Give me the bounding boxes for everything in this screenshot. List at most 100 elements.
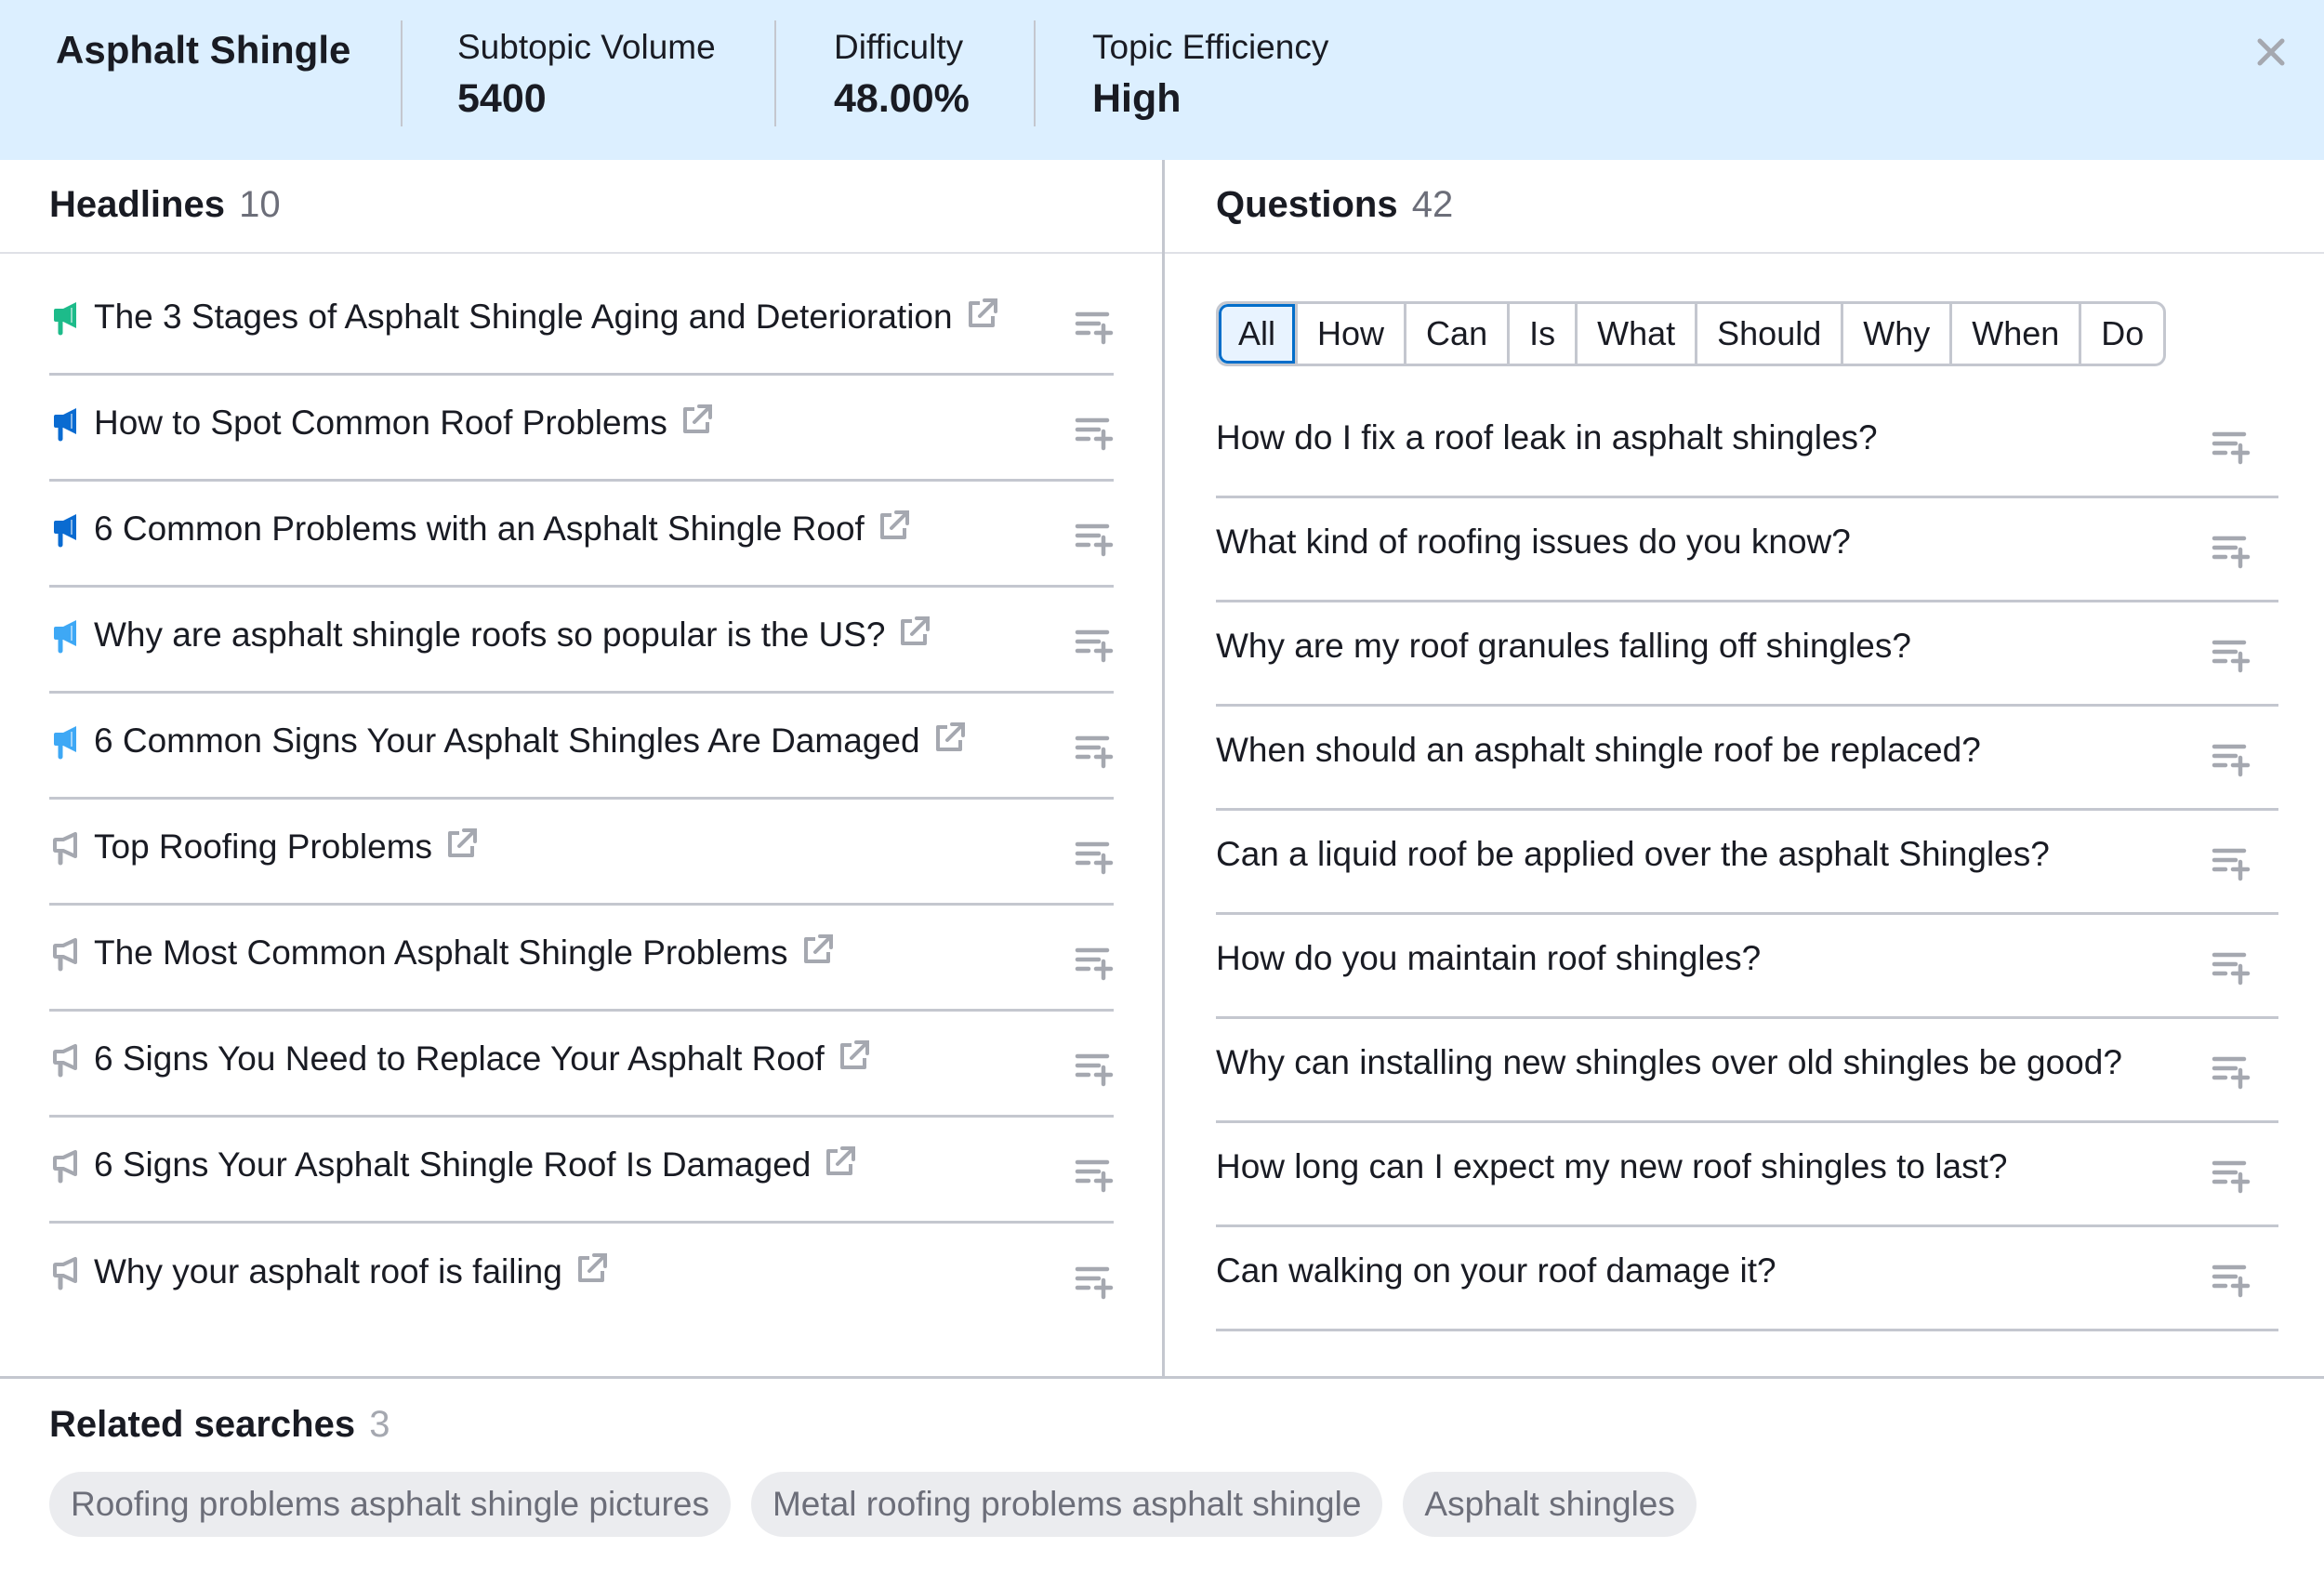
headline-row: How to Spot Common Roof Problems [49,376,1114,482]
filter-when[interactable]: When [1949,304,2079,364]
questions-title: Questions [1216,184,1398,225]
headline-text[interactable]: Why are asphalt shingle roofs so popular… [94,615,885,655]
add-to-list-icon[interactable] [2212,535,2251,570]
add-to-list-icon[interactable] [2212,639,2251,674]
megaphone-icon [54,619,76,653]
headlines-header-rule [0,252,1162,254]
metric-difficulty: Difficulty 48.00% [834,24,970,125]
add-to-list-icon[interactable] [1075,1158,1114,1194]
filter-how[interactable]: How [1295,304,1404,364]
headlines-list: The 3 Stages of Asphalt Shingle Aging an… [49,270,1114,1330]
add-to-list-icon[interactable] [2212,847,2251,882]
topic-title: Asphalt Shingle [56,28,351,72]
topic-summary-header: Asphalt Shingle Subtopic Volume 5400 Dif… [0,0,2324,160]
header-divider [401,20,403,126]
megaphone-icon [54,725,76,759]
metric-topic-efficiency: Topic Efficiency High [1092,24,1328,125]
metric-label: Subtopic Volume [457,28,716,66]
add-to-list-icon[interactable] [1075,840,1114,876]
headline-text[interactable]: The Most Common Asphalt Shingle Problems [94,933,788,973]
question-text: How long can I expect my new roof shingl… [1216,1146,2008,1185]
external-link-icon[interactable] [445,827,479,860]
filter-should[interactable]: Should [1695,304,1841,364]
headline-text[interactable]: Why your asphalt roof is failing [94,1252,562,1291]
add-to-list-icon[interactable] [1075,629,1114,664]
add-to-list-icon[interactable] [2212,743,2251,778]
add-to-list-icon[interactable] [2212,951,2251,986]
related-section-rule [0,1376,2324,1379]
related-search-chip[interactable]: Asphalt shingles [1403,1472,1697,1537]
related-search-chip[interactable]: Metal roofing problems asphalt shingle [750,1472,1383,1537]
headline-text[interactable]: 6 Common Signs Your Asphalt Shingles Are… [94,721,920,761]
question-row: Can walking on your roof damage it? [1216,1227,2278,1331]
megaphone-icon [54,407,76,441]
questions-list: How do I fix a roof leak in asphalt shin… [1216,394,2278,1331]
filter-what[interactable]: What [1575,304,1695,364]
external-link-icon[interactable] [878,509,911,542]
headline-text[interactable]: 6 Signs You Need to Replace Your Asphalt… [94,1039,825,1079]
question-text: How do you maintain roof shingles? [1216,938,1762,977]
external-link-icon[interactable] [824,1145,857,1178]
add-to-list-icon[interactable] [1075,523,1114,558]
question-text: Can walking on your roof damage it? [1216,1251,1776,1290]
related-count: 3 [369,1404,390,1445]
metric-label: Topic Efficiency [1092,28,1329,66]
external-link-icon[interactable] [801,933,835,966]
add-to-list-icon[interactable] [1075,311,1114,346]
headline-row: 6 Common Signs Your Asphalt Shingles Are… [49,694,1114,800]
questions-count: 42 [1411,184,1454,225]
add-to-list-icon[interactable] [2212,1159,2251,1195]
external-link-icon[interactable] [575,1251,609,1285]
question-row: Can a liquid roof be applied over the as… [1216,811,2278,915]
header-divider [774,20,776,126]
question-text: When should an asphalt shingle roof be r… [1216,730,1981,769]
megaphone-outline-icon [53,1043,77,1077]
related-title: Related searches [49,1404,356,1445]
metric-value: 48.00% [834,76,970,121]
add-to-list-icon[interactable] [1075,1052,1114,1088]
headline-row: 6 Signs Your Asphalt Shingle Roof Is Dam… [49,1118,1114,1224]
close-button[interactable] [2254,35,2288,69]
questions-heading: Questions 42 [1216,184,1453,226]
question-text: Why can installing new shingles over old… [1216,1042,2122,1081]
filter-all[interactable]: All [1219,304,1296,364]
question-text: Why are my roof granules falling off shi… [1216,626,1911,665]
external-link-icon[interactable] [680,403,714,436]
question-text: Can a liquid roof be applied over the as… [1216,834,2050,873]
add-to-list-icon[interactable] [2212,1055,2251,1091]
headline-text[interactable]: 6 Signs Your Asphalt Shingle Roof Is Dam… [94,1145,811,1185]
external-link-icon[interactable] [838,1039,871,1072]
related-search-chip[interactable]: Roofing problems asphalt shingle picture… [49,1472,731,1537]
headlines-title: Headlines [49,184,225,225]
headlines-heading: Headlines 10 [49,184,281,226]
add-to-list-icon[interactable] [1075,946,1114,982]
headline-text[interactable]: The 3 Stages of Asphalt Shingle Aging an… [94,298,953,337]
add-to-list-icon[interactable] [2212,430,2251,466]
headline-text[interactable]: Top Roofing Problems [94,827,432,867]
headline-row: The Most Common Asphalt Shingle Problems [49,906,1114,1012]
filter-why[interactable]: Why [1841,304,1949,364]
filter-do[interactable]: Do [2079,304,2163,364]
question-row: When should an asphalt shingle roof be r… [1216,707,2278,811]
headline-row: The 3 Stages of Asphalt Shingle Aging an… [49,270,1114,376]
headline-text[interactable]: How to Spot Common Roof Problems [94,404,667,443]
question-filter-group: All How Can Is What Should Why When Do [1216,301,2167,366]
questions-header-rule [1165,252,2324,254]
add-to-list-icon[interactable] [1075,1265,1114,1301]
metric-label: Difficulty [834,28,964,66]
add-to-list-icon[interactable] [2212,1264,2251,1299]
external-link-icon[interactable] [898,615,931,648]
add-to-list-icon[interactable] [1075,735,1114,770]
headlines-count: 10 [239,184,281,225]
external-link-icon[interactable] [933,721,967,754]
external-link-icon[interactable] [966,297,999,330]
filter-can[interactable]: Can [1404,304,1507,364]
headline-text[interactable]: 6 Common Problems with an Asphalt Shingl… [94,510,865,549]
megaphone-outline-icon [53,937,77,971]
megaphone-icon [54,301,76,335]
headline-row: Why are asphalt shingle roofs so popular… [49,588,1114,694]
add-to-list-icon[interactable] [1075,417,1114,452]
filter-is[interactable]: Is [1507,304,1575,364]
megaphone-outline-icon [53,831,77,865]
close-icon [2257,38,2285,66]
